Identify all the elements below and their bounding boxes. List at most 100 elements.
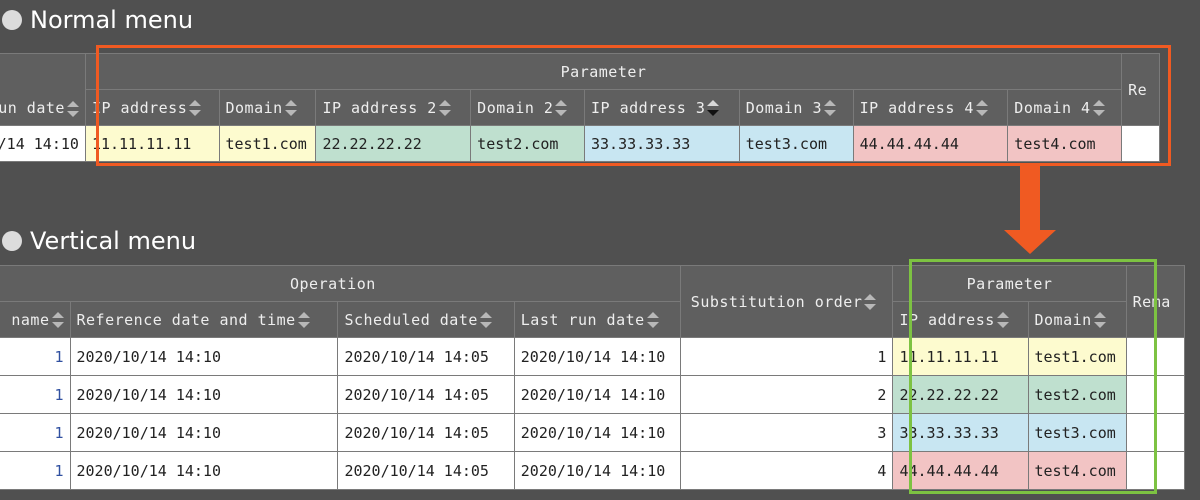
name-cell[interactable]: 1 <box>0 375 71 414</box>
name-cell[interactable]: 1 <box>0 451 71 490</box>
column-header-domain[interactable]: Domain <box>1027 301 1127 338</box>
vertical-menu-heading: Vertical menu <box>0 221 196 261</box>
scheduled-date-cell: 2020/10/14 14:05 <box>337 413 515 452</box>
domain-cell: test1.com <box>1027 337 1127 376</box>
column-header-last-run-date[interactable]: Last run date <box>513 301 681 338</box>
header-label: IP address <box>91 98 188 117</box>
ip-address-3-cell: 33.33.33.33 <box>584 125 740 162</box>
normal-menu-table: un date Parameter Re IP address Domain I… <box>0 53 1160 162</box>
header-label: Last run date <box>520 310 645 329</box>
remarks-cell <box>1125 337 1186 376</box>
ip-address-4-cell: 44.44.44.44 <box>852 125 1009 162</box>
sort-icon[interactable] <box>1092 100 1105 116</box>
table-row[interactable]: 1 2020/10/14 14:10 2020/10/14 14:05 2020… <box>0 375 1186 414</box>
down-arrow-head-icon <box>1004 230 1056 254</box>
bullet-icon <box>2 10 22 30</box>
ip-address-cell: 11.11.11.11 <box>892 337 1029 376</box>
sort-icon[interactable] <box>975 100 988 116</box>
domain-cell: test3.com <box>1027 413 1127 452</box>
sort-icon[interactable] <box>297 312 310 328</box>
name-cell[interactable]: 1 <box>0 337 71 376</box>
column-header-domain[interactable]: Domain <box>218 89 317 126</box>
remarks-cell <box>1125 413 1186 452</box>
sort-desc-icon[interactable] <box>707 100 720 116</box>
domain-cell: test4.com <box>1027 451 1127 490</box>
column-header-domain-2[interactable]: Domain 2 <box>470 89 585 126</box>
header-label: un date <box>0 99 65 117</box>
reference-date-cell: 2020/10/14 14:10 <box>69 413 339 452</box>
header-label: IP address 2 <box>322 98 437 117</box>
parameter-group-header: Parameter <box>892 265 1127 302</box>
header-label: IP address 4 <box>859 98 974 117</box>
down-arrow-icon <box>1020 166 1040 232</box>
column-header-ip-address-3[interactable]: IP address 3 <box>584 89 740 126</box>
header-label: Domain 4 <box>1014 98 1091 117</box>
header-label: Domain 2 <box>477 98 554 117</box>
header-label: Domain 3 <box>745 98 822 117</box>
last-run-date-cell: 2020/10/14 14:10 <box>513 337 681 376</box>
sort-icon[interactable] <box>823 100 836 116</box>
parameter-group-header: Parameter <box>84 53 1123 90</box>
sort-icon[interactable] <box>438 100 451 116</box>
header-label: Domain <box>225 98 283 117</box>
scheduled-date-cell: 2020/10/14 14:05 <box>337 375 515 414</box>
column-header-remarks[interactable]: Re <box>1121 53 1160 126</box>
table-row[interactable]: 1 2020/10/14 14:10 2020/10/14 14:05 2020… <box>0 337 1186 376</box>
header-label: Substitution order <box>690 292 863 311</box>
column-header-last-run-date[interactable]: un date <box>0 53 86 126</box>
domain-cell: test1.com <box>218 125 317 162</box>
remarks-cell <box>1125 375 1186 414</box>
column-header-ip-address-4[interactable]: IP address 4 <box>852 89 1009 126</box>
sort-icon[interactable] <box>66 100 79 117</box>
scheduled-date-cell: 2020/10/14 14:05 <box>337 451 515 490</box>
header-label: Reference date and time <box>76 310 296 329</box>
domain-3-cell: test3.com <box>738 125 854 162</box>
sort-icon[interactable] <box>189 100 202 116</box>
bullet-icon <box>2 231 22 251</box>
domain-2-cell: test2.com <box>470 125 585 162</box>
sort-icon[interactable] <box>646 312 659 328</box>
scheduled-date-cell: 2020/10/14 14:05 <box>337 337 515 376</box>
normal-menu-title: Normal menu <box>30 6 194 34</box>
sort-icon[interactable] <box>479 312 492 328</box>
sort-icon[interactable] <box>555 100 568 116</box>
column-header-domain-4[interactable]: Domain 4 <box>1007 89 1123 126</box>
ip-address-cell: 44.44.44.44 <box>892 451 1029 490</box>
ip-address-cell: 11.11.11.11 <box>84 125 220 162</box>
header-label: Domain <box>1034 310 1092 329</box>
header-label: IP address 3 <box>591 98 706 117</box>
column-header-scheduled-date[interactable]: Scheduled date <box>337 301 515 338</box>
ip-address-cell: 33.33.33.33 <box>892 413 1029 452</box>
substitution-order-cell: 2 <box>679 375 894 414</box>
remarks-cell <box>1125 451 1186 490</box>
column-header-remarks[interactable]: Rema <box>1125 265 1186 338</box>
last-run-date-cell: /14 14:10 <box>0 125 86 162</box>
table-row[interactable]: /14 14:10 11.11.11.11 test1.com 22.22.22… <box>0 125 1160 162</box>
reference-date-cell: 2020/10/14 14:10 <box>69 451 339 490</box>
reference-date-cell: 2020/10/14 14:10 <box>69 337 339 376</box>
column-header-name[interactable]: name <box>0 301 71 338</box>
ip-address-2-cell: 22.22.22.22 <box>315 125 472 162</box>
sort-icon[interactable] <box>51 312 64 328</box>
table-row[interactable]: 1 2020/10/14 14:10 2020/10/14 14:05 2020… <box>0 451 1186 490</box>
sort-icon[interactable] <box>996 312 1009 328</box>
sort-icon[interactable] <box>1093 312 1106 328</box>
column-header-domain-3[interactable]: Domain 3 <box>738 89 854 126</box>
operation-group-header: Operation <box>0 265 681 302</box>
domain-cell: test2.com <box>1027 375 1127 414</box>
name-cell[interactable]: 1 <box>0 413 71 452</box>
header-label: name <box>11 310 50 329</box>
column-header-ip-address-2[interactable]: IP address 2 <box>315 89 472 126</box>
vertical-menu-title: Vertical menu <box>30 227 197 255</box>
last-run-date-cell: 2020/10/14 14:10 <box>513 451 681 490</box>
domain-4-cell: test4.com <box>1007 125 1123 162</box>
table-row[interactable]: 1 2020/10/14 14:10 2020/10/14 14:05 2020… <box>0 413 1186 452</box>
column-header-ip-address[interactable]: IP address <box>84 89 220 126</box>
sort-icon[interactable] <box>864 294 877 310</box>
column-header-reference-date[interactable]: Reference date and time <box>69 301 339 338</box>
substitution-order-cell: 3 <box>679 413 894 452</box>
reference-date-cell: 2020/10/14 14:10 <box>69 375 339 414</box>
sort-icon[interactable] <box>284 100 297 116</box>
column-header-substitution-order[interactable]: Substitution order <box>679 265 894 338</box>
column-header-ip-address[interactable]: IP address <box>892 301 1029 338</box>
